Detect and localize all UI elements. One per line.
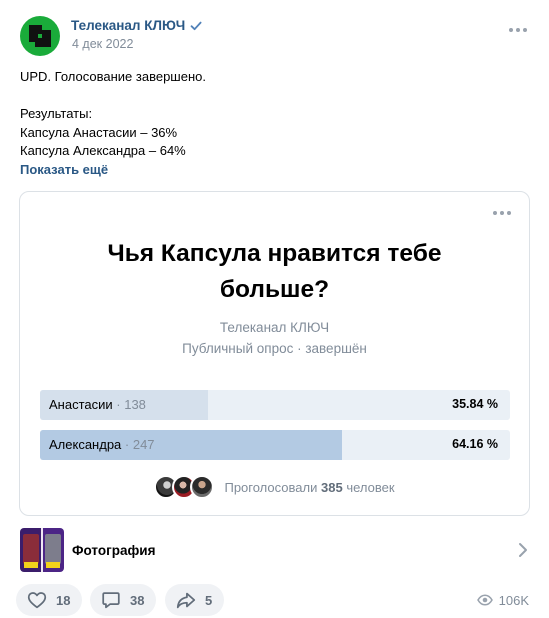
attachment-label: Фотография (72, 542, 156, 558)
heart-icon (27, 592, 47, 609)
poll-title: Чья Капсула нравится тебе больше? (107, 240, 442, 303)
poll-option-2[interactable]: Александра · 247 64.16 % (40, 430, 510, 460)
voter-avatars (154, 475, 215, 499)
photo-thumbnail[interactable] (20, 528, 64, 572)
post-text-line: UPD. Голосование завершено. (20, 69, 206, 84)
channel-logo-icon (29, 25, 51, 47)
post-date[interactable]: 4 дек 2022 (72, 37, 133, 51)
voter-avatar (190, 475, 215, 499)
like-count: 18 (56, 592, 71, 608)
voters-suffix: человек (346, 479, 395, 495)
views-counter: 106K (476, 592, 529, 608)
poll-option-count: · 138 (116, 397, 146, 412)
poll-option-count: · 247 (124, 437, 155, 452)
post-text-line: Капсула Анастасии – 36% (20, 124, 178, 140)
verified-icon (190, 21, 202, 30)
share-icon (176, 592, 196, 609)
views-count: 106K (498, 592, 529, 608)
author-avatar[interactable] (20, 16, 60, 56)
post-card: Телеканал КЛЮЧ 4 дек 2022 UPD. Голосован… (0, 0, 549, 618)
poll-option-1[interactable]: Анастасии · 138 35.84 % (40, 390, 510, 420)
poll-option-percent: 64.16 % (452, 437, 498, 451)
comment-button[interactable]: 38 (90, 584, 157, 616)
share-button[interactable]: 5 (165, 584, 225, 616)
poll-author[interactable]: Телеканал КЛЮЧ (20, 320, 529, 335)
like-button[interactable]: 18 (16, 584, 83, 616)
poll-option-name: Анастасии (49, 397, 113, 412)
photo-attachment[interactable]: Фотография (20, 528, 530, 572)
post-text-line: Результаты: (20, 106, 93, 121)
poll-option-label: Александра · 247 (49, 437, 155, 452)
poll-voters[interactable]: Проголосовали 385 человек (20, 475, 529, 499)
poll-card: Чья Капсула нравится тебе больше? Телека… (19, 191, 530, 516)
post-more-icon[interactable] (509, 28, 527, 32)
comment-icon (102, 592, 120, 609)
voters-prefix: Проголосовали (224, 479, 318, 495)
author-name-text[interactable]: Телеканал КЛЮЧ (71, 18, 185, 33)
show-more-link[interactable]: Показать ещё (20, 161, 520, 180)
poll-option-label: Анастасии · 138 (49, 397, 146, 412)
post-text-line (20, 87, 520, 106)
poll-more-icon[interactable] (493, 211, 511, 215)
eye-icon (476, 594, 493, 606)
poll-meta: Публичный опрос · завершён (182, 341, 367, 356)
chevron-right-icon[interactable] (518, 542, 528, 558)
voters-count: 385 (320, 479, 343, 495)
poll-option-percent: 35.84 % (452, 397, 498, 411)
comment-count: 38 (130, 592, 145, 608)
post-text: UPD. Голосование завершено. Результаты: … (20, 68, 520, 179)
voters-text: Проголосовали 385 человек (224, 480, 394, 495)
post-text-line: Капсула Александра – 64% (20, 143, 186, 158)
poll-option-name: Александра (49, 437, 122, 452)
share-count: 5 (205, 592, 213, 608)
author-name[interactable]: Телеканал КЛЮЧ (71, 18, 202, 33)
